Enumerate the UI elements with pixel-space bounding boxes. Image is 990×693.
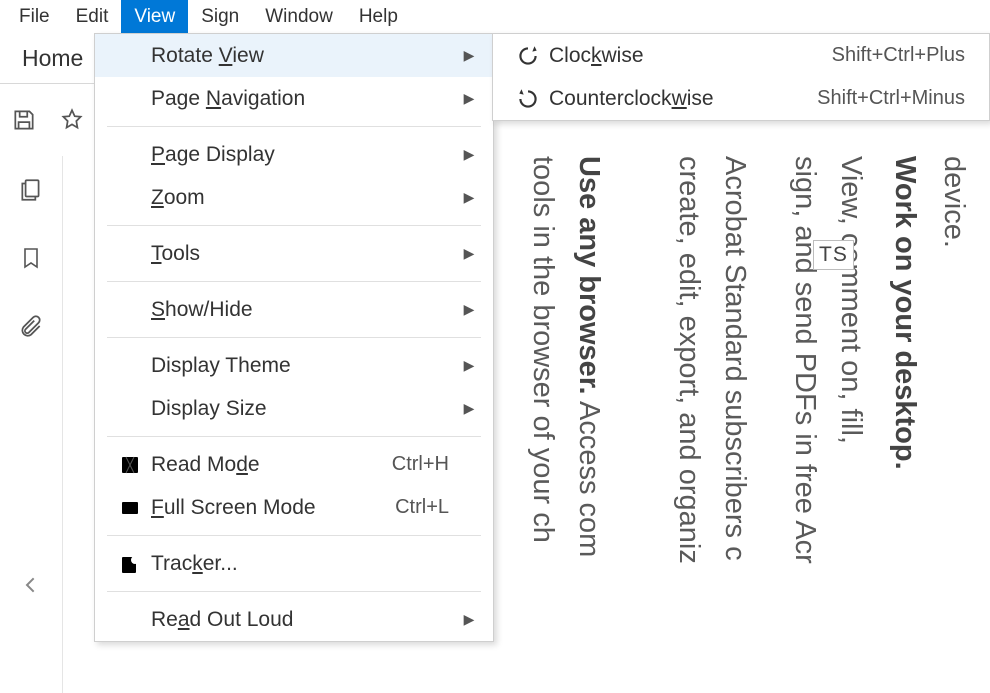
menuitem-display-size[interactable]: Display Size ▶: [95, 387, 493, 430]
menuitem-accelerator: Ctrl+L: [395, 496, 459, 519]
full-screen-icon: [109, 496, 151, 520]
menuitem-accelerator: Ctrl+H: [392, 453, 459, 476]
paperclip-icon: [18, 312, 44, 340]
menuitem-page-navigation[interactable]: Page Navigation ▶: [95, 77, 493, 120]
text-cursor-box[interactable]: TS: [813, 240, 854, 270]
submenu-arrow-icon: ▶: [459, 189, 479, 206]
rotate-counterclockwise-icon: [507, 86, 549, 112]
doc-text: tools in the browser of your ch: [522, 156, 564, 543]
menuitem-label: Page Display: [151, 143, 459, 167]
menu-sign[interactable]: Sign: [188, 0, 252, 33]
menuitem-label: Page Navigation: [151, 87, 459, 111]
menu-separator: [107, 225, 481, 226]
menuitem-full-screen-mode[interactable]: Full Screen Mode Ctrl+L: [95, 486, 493, 529]
menuitem-rotate-view[interactable]: Rotate View ▶: [95, 34, 493, 77]
doc-text: sign, and send PDFs in free Acr: [784, 156, 826, 564]
menuitem-read-mode[interactable]: Read Mode Ctrl+H: [95, 443, 493, 486]
menuitem-label: Counterclockwise: [549, 87, 817, 111]
menu-separator: [107, 436, 481, 437]
menuitem-counterclockwise[interactable]: Counterclockwise Shift+Ctrl+Minus: [493, 77, 989, 120]
menuitem-label: Clockwise: [549, 44, 832, 68]
menu-separator: [107, 126, 481, 127]
menuitem-tools[interactable]: Tools ▶: [95, 232, 493, 275]
menuitem-clockwise[interactable]: Clockwise Shift+Ctrl+Plus: [493, 34, 989, 77]
submenu-arrow-icon: ▶: [459, 400, 479, 417]
menu-view[interactable]: View: [121, 0, 188, 33]
menu-separator: [107, 591, 481, 592]
menuitem-label: Zoom: [151, 186, 459, 210]
doc-text: Use any browser. Access com: [568, 156, 610, 557]
menuitem-label: Read Mode: [151, 453, 392, 477]
collapse-sidebar-button[interactable]: [0, 577, 62, 593]
menuitem-accelerator: Shift+Ctrl+Plus: [832, 44, 975, 67]
bookmarks-button[interactable]: [0, 224, 62, 292]
menu-file[interactable]: File: [6, 0, 63, 33]
submenu-arrow-icon: ▶: [459, 245, 479, 262]
menuitem-display-theme[interactable]: Display Theme ▶: [95, 344, 493, 387]
submenu-arrow-icon: ▶: [459, 357, 479, 374]
submenu-arrow-icon: ▶: [459, 301, 479, 318]
doc-text: create, edit, export, and organiz: [668, 156, 710, 564]
menuitem-show-hide[interactable]: Show/Hide ▶: [95, 288, 493, 331]
menu-help[interactable]: Help: [346, 0, 411, 33]
menubar: File Edit View Sign Window Help: [0, 0, 990, 33]
menuitem-tracker[interactable]: Tracker...: [95, 542, 493, 585]
submenu-arrow-icon: ▶: [459, 146, 479, 163]
doc-text: Acrobat Standard subscribers c: [714, 156, 756, 561]
menu-edit[interactable]: Edit: [63, 0, 122, 33]
rotate-clockwise-icon: [507, 43, 549, 69]
star-icon: [59, 107, 85, 133]
menu-separator: [107, 281, 481, 282]
tracker-icon: [109, 552, 151, 576]
menuitem-read-out-loud[interactable]: Read Out Loud ▶: [95, 598, 493, 641]
menuitem-page-display[interactable]: Page Display ▶: [95, 133, 493, 176]
read-mode-icon: [109, 453, 151, 477]
save-icon: [11, 107, 37, 133]
submenu-arrow-icon: ▶: [459, 90, 479, 107]
rotate-view-submenu: Clockwise Shift+Ctrl+Plus Counterclockwi…: [492, 33, 990, 121]
pages-icon: [18, 176, 44, 204]
menuitem-zoom[interactable]: Zoom ▶: [95, 176, 493, 219]
doc-text: device.: [933, 156, 975, 248]
menuitem-label: Rotate View: [151, 44, 459, 68]
menuitem-label: Display Theme: [151, 354, 459, 378]
menuitem-accelerator: Shift+Ctrl+Minus: [817, 87, 975, 110]
thumbnails-button[interactable]: [0, 156, 62, 224]
bookmark-icon: [19, 244, 43, 272]
left-sidebar: [0, 156, 62, 693]
menuitem-label: Read Out Loud: [151, 608, 459, 632]
tab-home[interactable]: Home: [0, 45, 105, 72]
view-menu-dropdown: Rotate View ▶ Page Navigation ▶ Page Dis…: [94, 33, 494, 642]
menu-window[interactable]: Window: [252, 0, 346, 33]
menu-separator: [107, 535, 481, 536]
submenu-arrow-icon: ▶: [459, 611, 479, 628]
chevron-left-icon: [24, 577, 38, 593]
menuitem-label: Full Screen Mode: [151, 496, 395, 520]
doc-text: View, comment on, fill,: [830, 156, 872, 444]
menuitem-label: Show/Hide: [151, 298, 459, 322]
attachments-button[interactable]: [0, 292, 62, 360]
menuitem-label: Tools: [151, 242, 459, 266]
submenu-arrow-icon: ▶: [459, 47, 479, 64]
save-button[interactable]: [0, 107, 48, 133]
menuitem-label: Display Size: [151, 397, 459, 421]
doc-text: Work on your desktop.: [884, 156, 926, 470]
menuitem-label: Tracker...: [151, 552, 459, 576]
menu-separator: [107, 337, 481, 338]
star-button[interactable]: [48, 107, 96, 133]
